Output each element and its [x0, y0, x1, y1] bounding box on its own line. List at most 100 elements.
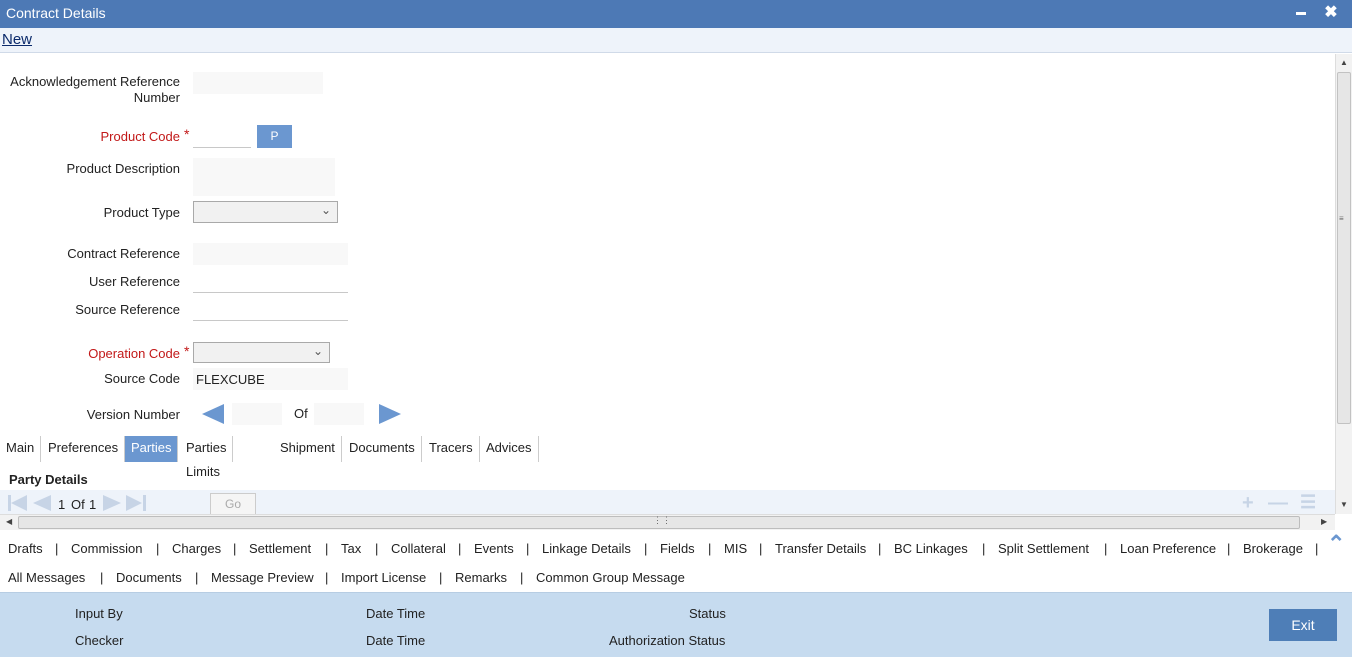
- product-lookup-button[interactable]: P: [257, 125, 292, 148]
- last-page-bar: [143, 495, 146, 511]
- link-documents[interactable]: Documents: [116, 570, 182, 585]
- contract-ref-label: Contract Reference: [67, 246, 180, 261]
- link-linkage-details[interactable]: Linkage Details: [542, 541, 631, 556]
- link-all-messages[interactable]: All Messages: [8, 570, 85, 585]
- link-common-group-message[interactable]: Common Group Message: [536, 570, 685, 585]
- source-code-field[interactable]: [193, 368, 348, 390]
- tab-advices[interactable]: Advices: [480, 436, 539, 462]
- link-separator: |: [1227, 541, 1231, 556]
- single-view-icon[interactable]: ☰: [1300, 492, 1316, 513]
- link-loan-preference[interactable]: Loan Preference: [1120, 541, 1216, 556]
- tab-main[interactable]: Main: [0, 436, 42, 462]
- scroll-down-icon[interactable]: ▼: [1340, 500, 1348, 509]
- scroll-right-icon[interactable]: ▶: [1321, 517, 1327, 526]
- page-current: 1: [58, 497, 66, 512]
- tab-parties[interactable]: Parties: [125, 436, 179, 462]
- source-ref-field[interactable]: [193, 299, 348, 321]
- link-separator: |: [325, 541, 329, 556]
- user-ref-field[interactable]: [193, 271, 348, 293]
- link-separator: |: [458, 541, 462, 556]
- date-time-label: Date Time: [366, 606, 426, 621]
- vertical-scrollbar[interactable]: ▲ ≡ ▼: [1335, 54, 1352, 514]
- add-row-icon[interactable]: +: [1242, 492, 1254, 515]
- contract-ref-field[interactable]: [193, 243, 348, 265]
- link-import-license[interactable]: Import License: [341, 570, 426, 585]
- ack-ref-field[interactable]: [193, 72, 323, 94]
- link-charges[interactable]: Charges: [172, 541, 221, 556]
- authorization-status-label: Authorization Status: [609, 633, 726, 648]
- tab-shipment[interactable]: Shipment: [274, 436, 342, 462]
- link-separator: |: [100, 570, 104, 585]
- link-bc-linkages[interactable]: BC Linkages: [894, 541, 968, 556]
- link-separator: |: [526, 541, 530, 556]
- grip-icon: ⋮⋮: [653, 515, 671, 525]
- link-drafts[interactable]: Drafts: [8, 541, 43, 556]
- link-separator: |: [439, 570, 443, 585]
- link-split-settlement[interactable]: Split Settlement: [998, 541, 1089, 556]
- version-field[interactable]: [232, 403, 282, 425]
- link-collateral[interactable]: Collateral: [391, 541, 446, 556]
- new-link[interactable]: New: [2, 31, 32, 48]
- tab-parties-limits[interactable]: Parties Limits: [180, 436, 234, 479]
- minimize-icon[interactable]: ▬: [1291, 7, 1311, 29]
- link-fields[interactable]: Fields: [660, 541, 695, 556]
- subsystem-links-row-2: All Messages | Documents | Message Previ…: [0, 570, 1352, 594]
- product-desc-label: Product Description: [66, 161, 180, 176]
- source-ref-label: Source Reference: [75, 302, 180, 317]
- link-separator: |: [325, 570, 329, 585]
- version-of-label: Of: [294, 406, 308, 421]
- subsystem-links-row-1: Drafts | Commission | Charges | Settleme…: [0, 541, 1352, 565]
- link-brokerage[interactable]: Brokerage: [1243, 541, 1303, 556]
- audit-footer: Input By Checker Date Time Date Time Sta…: [0, 592, 1352, 657]
- link-commission[interactable]: Commission: [71, 541, 143, 556]
- title-bar: Contract Details ▬ ✖: [0, 0, 1352, 28]
- first-page-icon[interactable]: [11, 495, 27, 511]
- link-separator: |: [708, 541, 712, 556]
- link-message-preview[interactable]: Message Preview: [211, 570, 314, 585]
- product-type-label: Product Type: [103, 205, 180, 220]
- go-button[interactable]: Go: [210, 493, 256, 515]
- next-version-icon[interactable]: [379, 404, 401, 424]
- link-separator: |: [520, 570, 524, 585]
- operation-code-label: Operation Code: [88, 346, 180, 361]
- product-code-field[interactable]: [193, 126, 251, 148]
- delete-row-icon[interactable]: —: [1268, 492, 1288, 515]
- link-separator: |: [982, 541, 986, 556]
- required-marker: *: [184, 126, 190, 142]
- close-icon[interactable]: ✖: [1321, 2, 1341, 24]
- scroll-up-icon[interactable]: ▲: [1340, 58, 1348, 67]
- vertical-scroll-thumb[interactable]: [1337, 72, 1351, 424]
- exit-button[interactable]: Exit: [1269, 609, 1337, 641]
- tab-preferences[interactable]: Preferences: [42, 436, 126, 462]
- party-pager: 1 Of 1 Go + — ☰: [0, 490, 1335, 515]
- page-of-label: Of: [71, 497, 85, 512]
- previous-version-icon[interactable]: [202, 404, 224, 424]
- operation-code-select[interactable]: ⌄: [193, 342, 330, 363]
- checker-date-time-label: Date Time: [366, 633, 426, 648]
- horizontal-scrollbar[interactable]: ◀ ⋮⋮ ▶: [0, 514, 1335, 530]
- page-total: 1: [89, 497, 97, 512]
- scroll-left-icon[interactable]: ◀: [6, 517, 12, 526]
- version-total-field[interactable]: [314, 403, 364, 425]
- previous-page-icon[interactable]: [33, 495, 51, 511]
- link-events[interactable]: Events: [474, 541, 514, 556]
- next-page-icon[interactable]: [103, 495, 121, 511]
- version-label: Version Number: [86, 407, 180, 422]
- link-tax[interactable]: Tax: [341, 541, 361, 556]
- ack-ref-label: Acknowledgement Reference Number: [10, 74, 180, 105]
- last-page-icon[interactable]: [126, 495, 142, 511]
- tab-documents[interactable]: Documents: [343, 436, 422, 462]
- link-separator: |: [233, 541, 237, 556]
- collapse-up-icon[interactable]: ⌃: [1327, 531, 1345, 557]
- link-settlement[interactable]: Settlement: [249, 541, 311, 556]
- menu-bar: New: [0, 28, 1352, 53]
- product-desc-field[interactable]: [193, 158, 335, 196]
- link-transfer-details[interactable]: Transfer Details: [775, 541, 866, 556]
- link-remarks[interactable]: Remarks: [455, 570, 507, 585]
- product-type-select[interactable]: ⌄: [193, 201, 338, 223]
- tab-tracers[interactable]: Tracers: [423, 436, 480, 462]
- input-by-label: Input By: [75, 606, 123, 621]
- link-mis[interactable]: MIS: [724, 541, 747, 556]
- link-separator: |: [1315, 541, 1319, 556]
- status-label: Status: [689, 606, 726, 621]
